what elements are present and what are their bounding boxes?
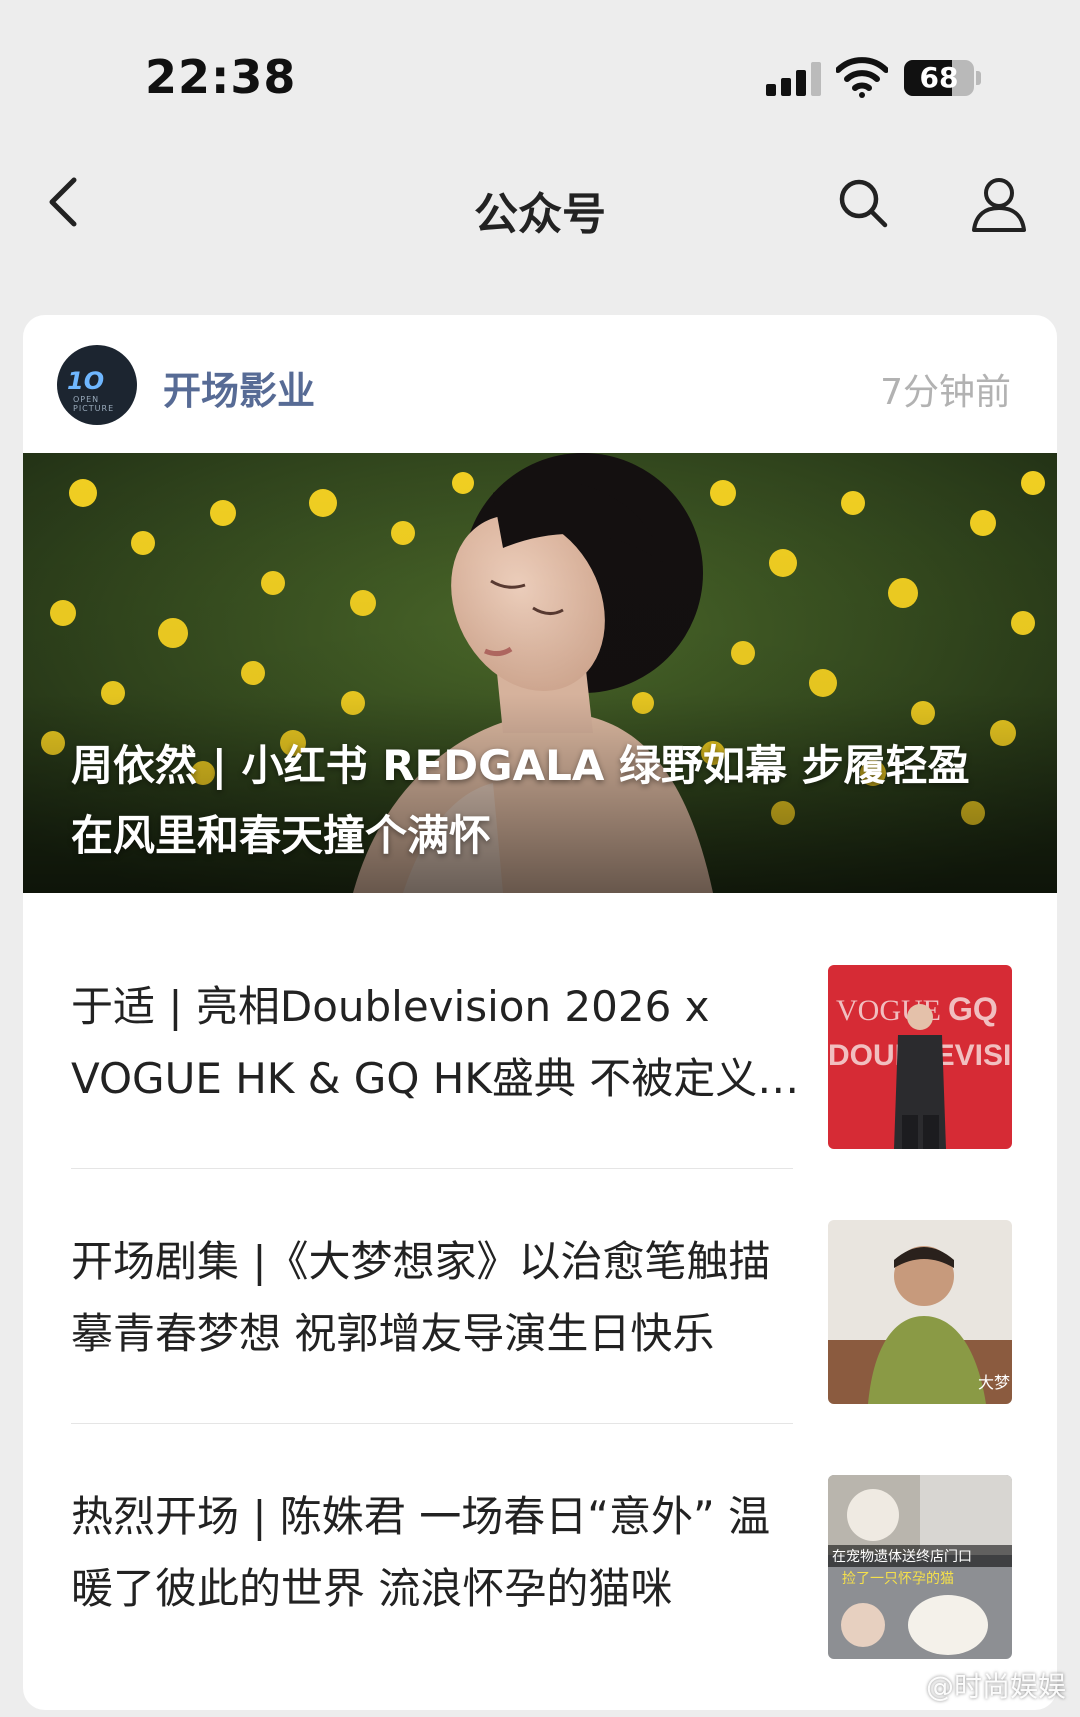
article-thumbnail[interactable]: 在宠物遗体送终店门口 捡了一只怀孕的猫 (828, 1475, 1012, 1659)
article-title[interactable]: 开场剧集 |《大梦想家》以治愈笔触描摹青春梦想 祝郭增友导演生日快乐 (71, 1226, 811, 1370)
wifi-icon (836, 57, 888, 98)
battery-icon: 68 (904, 60, 974, 96)
article-item[interactable]: 热烈开场 | 陈姝君 一场春日“意外” 温暖了彼此的世界 流浪怀孕的猫咪 在宠物… (23, 1403, 1057, 1659)
svg-text:大梦: 大梦 (978, 1373, 1010, 1392)
article-thumbnail[interactable]: 大梦 (828, 1220, 1012, 1404)
account-article-card: 1O OPEN PICTURE 开场影业 7分钟前 周依然 | 小红书 REDG… (23, 315, 1057, 1710)
article-thumbnail[interactable]: VOGUE GQ DOUBLEVISION (828, 965, 1012, 1149)
article-item[interactable]: 于适 | 亮相Doublevision 2026 x VOGUE HK & GQ… (23, 893, 1057, 1149)
svg-text:在宠物遗体送终店门口: 在宠物遗体送终店门口 (832, 1549, 972, 1565)
card-header[interactable]: 1O OPEN PICTURE 开场影业 7分钟前 (23, 315, 1057, 453)
search-icon[interactable] (835, 175, 891, 231)
hero-article-title[interactable]: 周依然 | 小红书 REDGALA 绿野如幕 步履轻盈 在风里和春天撞个满怀 (71, 731, 1009, 871)
status-bar: 22:38 68 (0, 0, 1080, 150)
article-title[interactable]: 于适 | 亮相Doublevision 2026 x VOGUE HK & GQ… (71, 971, 811, 1115)
profile-icon[interactable] (968, 172, 1030, 234)
cellular-signal-icon (766, 62, 824, 96)
hero-article[interactable]: 周依然 | 小红书 REDGALA 绿野如幕 步履轻盈 在风里和春天撞个满怀 (23, 453, 1057, 893)
article-title[interactable]: 热烈开场 | 陈姝君 一场春日“意外” 温暖了彼此的世界 流浪怀孕的猫咪 (71, 1481, 811, 1625)
page-title: 公众号 (474, 189, 606, 240)
post-timestamp: 7分钟前 (880, 372, 1011, 413)
svg-text:GQ: GQ (948, 991, 998, 1027)
nav-bar: 公众号 (0, 150, 1080, 260)
article-item[interactable]: 开场剧集 |《大梦想家》以治愈笔触描摹青春梦想 祝郭增友导演生日快乐 大梦 (23, 1148, 1057, 1404)
watermark: @时尚娱娱 (925, 1670, 1066, 1703)
account-avatar[interactable]: 1O OPEN PICTURE (57, 345, 137, 425)
account-name[interactable]: 开场影业 (163, 360, 315, 415)
battery-percentage: 68 (919, 61, 959, 94)
svg-text:捡了一只怀孕的猫: 捡了一只怀孕的猫 (842, 1570, 954, 1587)
status-time: 22:38 (145, 50, 297, 104)
